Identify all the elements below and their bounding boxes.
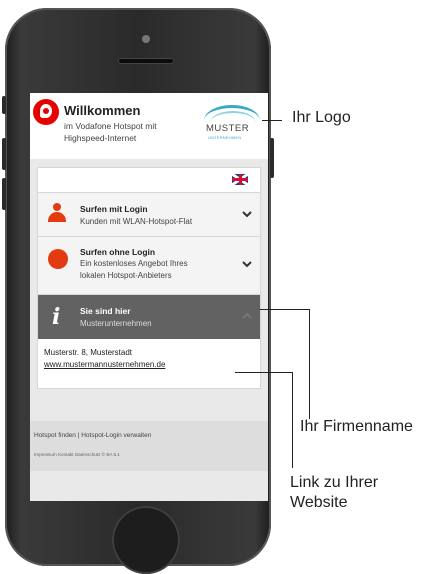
portal-header: Willkommen im Vodafone Hotspot mit Highs… (30, 93, 268, 159)
globe-icon (48, 249, 68, 269)
power-button (270, 138, 274, 178)
company-callout-line-h (260, 309, 310, 310)
portal-footer: Hotspot finden | Hotspot-Login verwalten… (30, 421, 268, 471)
chevron-down-icon[interactable] (242, 259, 252, 269)
callout-website-line2: Website (290, 494, 348, 511)
company-website-link[interactable]: www.mustermannusternehmen.de (44, 360, 165, 369)
welcome-subtitle-line2: Highspeed-Internet (64, 133, 137, 143)
welcome-title: Willkommen (64, 103, 141, 118)
volume-up-button (2, 138, 6, 170)
volume-down-button (2, 178, 6, 210)
option-description-line1: Ein kostenloses Angebot Ihres (80, 259, 188, 268)
welcome-subtitle-line1: im Vodafone Hotspot mit (64, 121, 157, 131)
option-surfen-mit-login[interactable]: Surfen mit Login Kunden mit WLAN-Hotspot… (38, 192, 260, 237)
phone-screen: Willkommen im Vodafone Hotspot mit Highs… (30, 93, 268, 501)
company-logo: MUSTER UNTERNEHMEN (202, 101, 264, 145)
footer-legal-links[interactable]: Impressum Kontakt Datenschutz © BA 6.1 (34, 452, 120, 457)
smartphone-frame: Willkommen im Vodafone Hotspot mit Highs… (2, 8, 274, 574)
company-callout-line-v (309, 309, 310, 419)
uk-flag-icon[interactable] (232, 174, 248, 185)
option-surfen-ohne-login[interactable]: Surfen ohne Login Ein kostenloses Angebo… (38, 236, 260, 295)
option-title: Sie sind hier (80, 306, 131, 316)
website-callout-line-v (292, 372, 293, 468)
person-icon (48, 203, 66, 223)
company-logo-subtitle: UNTERNEHMEN (208, 135, 242, 140)
website-callout-line-h (235, 372, 293, 373)
company-address: Musterstr. 8, Musterstadt (44, 348, 133, 357)
footer-links[interactable]: Hotspot finden | Hotspot-Login verwalten (34, 432, 151, 439)
option-title: Surfen ohne Login (80, 247, 156, 257)
company-logo-name: MUSTER (206, 123, 250, 134)
chevron-up-icon[interactable] (242, 311, 252, 321)
mute-switch (2, 96, 6, 114)
earpiece-speaker (118, 58, 174, 64)
front-camera-icon (142, 35, 150, 43)
home-button[interactable] (112, 506, 180, 574)
option-description: Kunden mit WLAN-Hotspot-Flat (80, 217, 193, 226)
callout-website-line1: Link zu Ihrer (290, 474, 379, 491)
callout-logo: Ihr Logo (292, 109, 351, 126)
option-sie-sind-hier[interactable]: i Sie sind hier Musterunternehmen (38, 294, 260, 339)
option-description: Musterunternehmen (80, 319, 152, 328)
option-title: Surfen mit Login (80, 204, 148, 214)
option-description-line2: lokalen Hotspot-Anbieters (80, 271, 172, 280)
info-icon: i (52, 304, 61, 330)
login-options-panel: Surfen mit Login Kunden mit WLAN-Hotspot… (38, 168, 260, 388)
callout-company-name: Ihr Firmenname (300, 418, 413, 435)
vodafone-logo-icon (33, 99, 59, 125)
chevron-down-icon[interactable] (242, 209, 252, 219)
logo-callout-line (262, 120, 282, 121)
